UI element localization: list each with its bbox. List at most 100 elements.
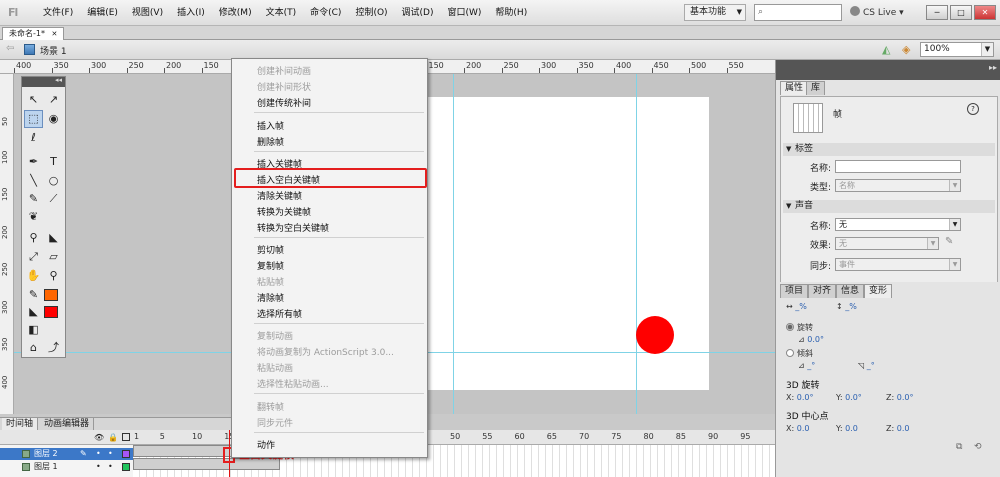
dot-icon[interactable]: • xyxy=(96,448,101,460)
menu-item-create-shape-tween[interactable]: 创建补间形状 xyxy=(257,80,311,93)
selection-tool-icon[interactable]: ↖ xyxy=(24,91,43,109)
frame-name-input[interactable] xyxy=(835,160,961,173)
menu-item-reverse-frames[interactable]: 翻转帧 xyxy=(257,400,284,413)
edit-scene-icon[interactable]: ◭ xyxy=(882,43,890,56)
section-label[interactable]: ▼ 标签 xyxy=(783,143,995,156)
stroke-color-swatch[interactable] xyxy=(44,289,58,301)
menu-item-synchronize-symbols[interactable]: 同步元件 xyxy=(257,416,293,429)
help-search-input[interactable]: ⌕ xyxy=(754,4,842,21)
menu-insert[interactable]: 插入(I) xyxy=(170,0,212,26)
lock-icon[interactable]: 🔒 xyxy=(108,433,118,442)
edit-symbol-icon[interactable]: ◈ xyxy=(902,43,910,56)
oval-tool-icon[interactable]: ○ xyxy=(44,172,63,190)
menu-debug[interactable]: 调试(D) xyxy=(395,0,441,26)
tab-library[interactable]: 库 xyxy=(806,81,826,95)
brush-tool-icon[interactable]: ⟋ xyxy=(44,190,63,208)
layer-color[interactable] xyxy=(122,450,130,458)
back-arrow-icon[interactable]: ⇦ xyxy=(6,43,14,54)
layer-row[interactable]: 图层 2 ✎ • • xyxy=(0,448,133,460)
tools-panel-header[interactable]: ◂◂ xyxy=(22,76,65,87)
expand-icon[interactable]: ▸▸ xyxy=(989,63,997,72)
subselection-tool-icon[interactable]: ↗ xyxy=(44,91,63,109)
pen-tool-icon[interactable]: ✒ xyxy=(24,153,43,171)
minimize-button[interactable]: ─ xyxy=(926,5,948,20)
height-scale-value[interactable]: _% xyxy=(845,302,857,311)
sound-name-select[interactable]: 无 ▼ xyxy=(835,218,961,231)
collapse-icon[interactable]: ◂◂ xyxy=(55,76,62,84)
menu-item-convert-to-blank-keyframes[interactable]: 转换为空白关键帧 xyxy=(257,221,329,234)
menu-view[interactable]: 视图(V) xyxy=(125,0,170,26)
close-icon[interactable]: ✕ xyxy=(52,30,58,38)
section-sound[interactable]: ▼ 声音 xyxy=(783,200,995,213)
menu-item-paste-motion[interactable]: 粘贴动画 xyxy=(257,361,293,374)
width-scale-value[interactable]: _% xyxy=(795,302,807,311)
menu-file[interactable]: 文件(F) xyxy=(36,0,80,26)
paint-bucket-tool-icon[interactable]: ◣ xyxy=(44,229,63,247)
zoom-tool-icon[interactable]: ⚲ xyxy=(44,267,63,285)
copy-transform-icon[interactable]: ⧉ xyxy=(956,442,962,452)
cs-live-button[interactable]: CS Live ▾ xyxy=(850,6,904,18)
menu-item-copy-motion[interactable]: 复制动画 xyxy=(257,329,293,342)
maximize-button[interactable]: □ xyxy=(950,5,972,20)
red-circle-shape[interactable] xyxy=(636,316,674,354)
edit-pencil-icon[interactable]: ✎ xyxy=(945,236,953,247)
outline-icon[interactable] xyxy=(122,433,130,441)
layer-row[interactable]: 图层 1 • • xyxy=(0,461,133,473)
tab-align[interactable]: 对齐 xyxy=(808,284,837,298)
menu-window[interactable]: 窗口(W) xyxy=(441,0,489,26)
frame-type-select[interactable]: 名称 ▼ xyxy=(835,179,961,192)
skew-radio[interactable]: 倾斜 xyxy=(786,348,813,359)
menu-commands[interactable]: 命令(C) xyxy=(303,0,348,26)
help-icon[interactable]: ? xyxy=(967,103,979,115)
menu-item-remove-frames[interactable]: 删除帧 xyxy=(257,135,284,148)
menu-item-select-all-frames[interactable]: 选择所有帧 xyxy=(257,307,302,320)
tab-transform[interactable]: 变形 xyxy=(864,284,893,298)
dock-header[interactable]: ▸▸ xyxy=(776,60,1000,80)
menu-item-clear-frames[interactable]: 清除帧 xyxy=(257,291,284,304)
eraser-tool-icon[interactable]: ▱ xyxy=(44,248,63,266)
close-button[interactable]: ✕ xyxy=(974,5,996,20)
tab-project[interactable]: 项目 xyxy=(780,284,809,298)
dot-icon[interactable]: • xyxy=(108,461,113,473)
menu-edit[interactable]: 编辑(E) xyxy=(80,0,125,26)
effect-select[interactable]: 无 ▼ xyxy=(835,237,939,250)
rotate-radio[interactable]: 旋转 xyxy=(786,322,813,333)
bone-tool-icon[interactable]: ⚲ xyxy=(24,229,43,247)
menu-item-insert-frame[interactable]: 插入帧 xyxy=(257,119,284,132)
eye-icon[interactable]: 👁 xyxy=(94,433,104,442)
sync-select[interactable]: 事件 ▼ xyxy=(835,258,961,271)
free-transform-tool-icon[interactable]: ⬚ xyxy=(24,110,43,128)
snap-icon[interactable]: ⤴ xyxy=(44,339,63,357)
3d-rotation-tool-icon[interactable]: ◉ xyxy=(44,110,63,128)
guide-line[interactable] xyxy=(636,74,637,414)
menu-item-convert-to-keyframes[interactable]: 转换为关键帧 xyxy=(257,205,311,218)
menu-item-create-motion-tween[interactable]: 创建补间动画 xyxy=(257,64,311,77)
guide-line[interactable] xyxy=(453,74,454,414)
swap-colors-icon[interactable]: ◧ xyxy=(24,321,43,339)
text-tool-icon[interactable]: T xyxy=(44,153,63,171)
reset-transform-icon[interactable]: ⟲ xyxy=(974,442,982,452)
eyedropper-tool-icon[interactable]: ⤢ xyxy=(24,248,43,266)
menu-item-create-classic-tween[interactable]: 创建传统补间 xyxy=(257,96,311,109)
tab-properties[interactable]: 属性 xyxy=(780,81,809,95)
menu-item-cut-frames[interactable]: 剪切帧 xyxy=(257,243,284,256)
skew-h-value[interactable]: _° xyxy=(807,361,815,370)
pencil-tool-icon[interactable]: ✎ xyxy=(24,190,43,208)
scene-name[interactable]: 场景 1 xyxy=(40,44,67,57)
menu-control[interactable]: 控制(O) xyxy=(348,0,394,26)
hand-tool-icon[interactable]: ✋ xyxy=(24,267,43,285)
menu-item-actions[interactable]: 动作 xyxy=(257,438,275,451)
object-drawing-icon[interactable]: ⌂ xyxy=(24,339,43,357)
menu-help[interactable]: 帮助(H) xyxy=(488,0,534,26)
lasso-tool-icon[interactable]: ℓ xyxy=(24,129,43,147)
menu-item-copy-motion-as3[interactable]: 将动画复制为 ActionScript 3.0... xyxy=(257,345,394,358)
menu-item-paste-motion-special[interactable]: 选择性粘贴动画... xyxy=(257,377,329,390)
menu-item-clear-keyframe[interactable]: 清除关键帧 xyxy=(257,189,302,202)
menu-item-copy-frames[interactable]: 复制帧 xyxy=(257,259,284,272)
deco-tool-icon[interactable]: ❦ xyxy=(24,208,43,226)
tab-info[interactable]: 信息 xyxy=(836,284,865,298)
fill-color-swatch[interactable] xyxy=(44,306,58,318)
menu-text[interactable]: 文本(T) xyxy=(259,0,304,26)
dot-icon[interactable]: • xyxy=(96,461,101,473)
zoom-select[interactable]: 100% ▼ xyxy=(920,42,994,57)
